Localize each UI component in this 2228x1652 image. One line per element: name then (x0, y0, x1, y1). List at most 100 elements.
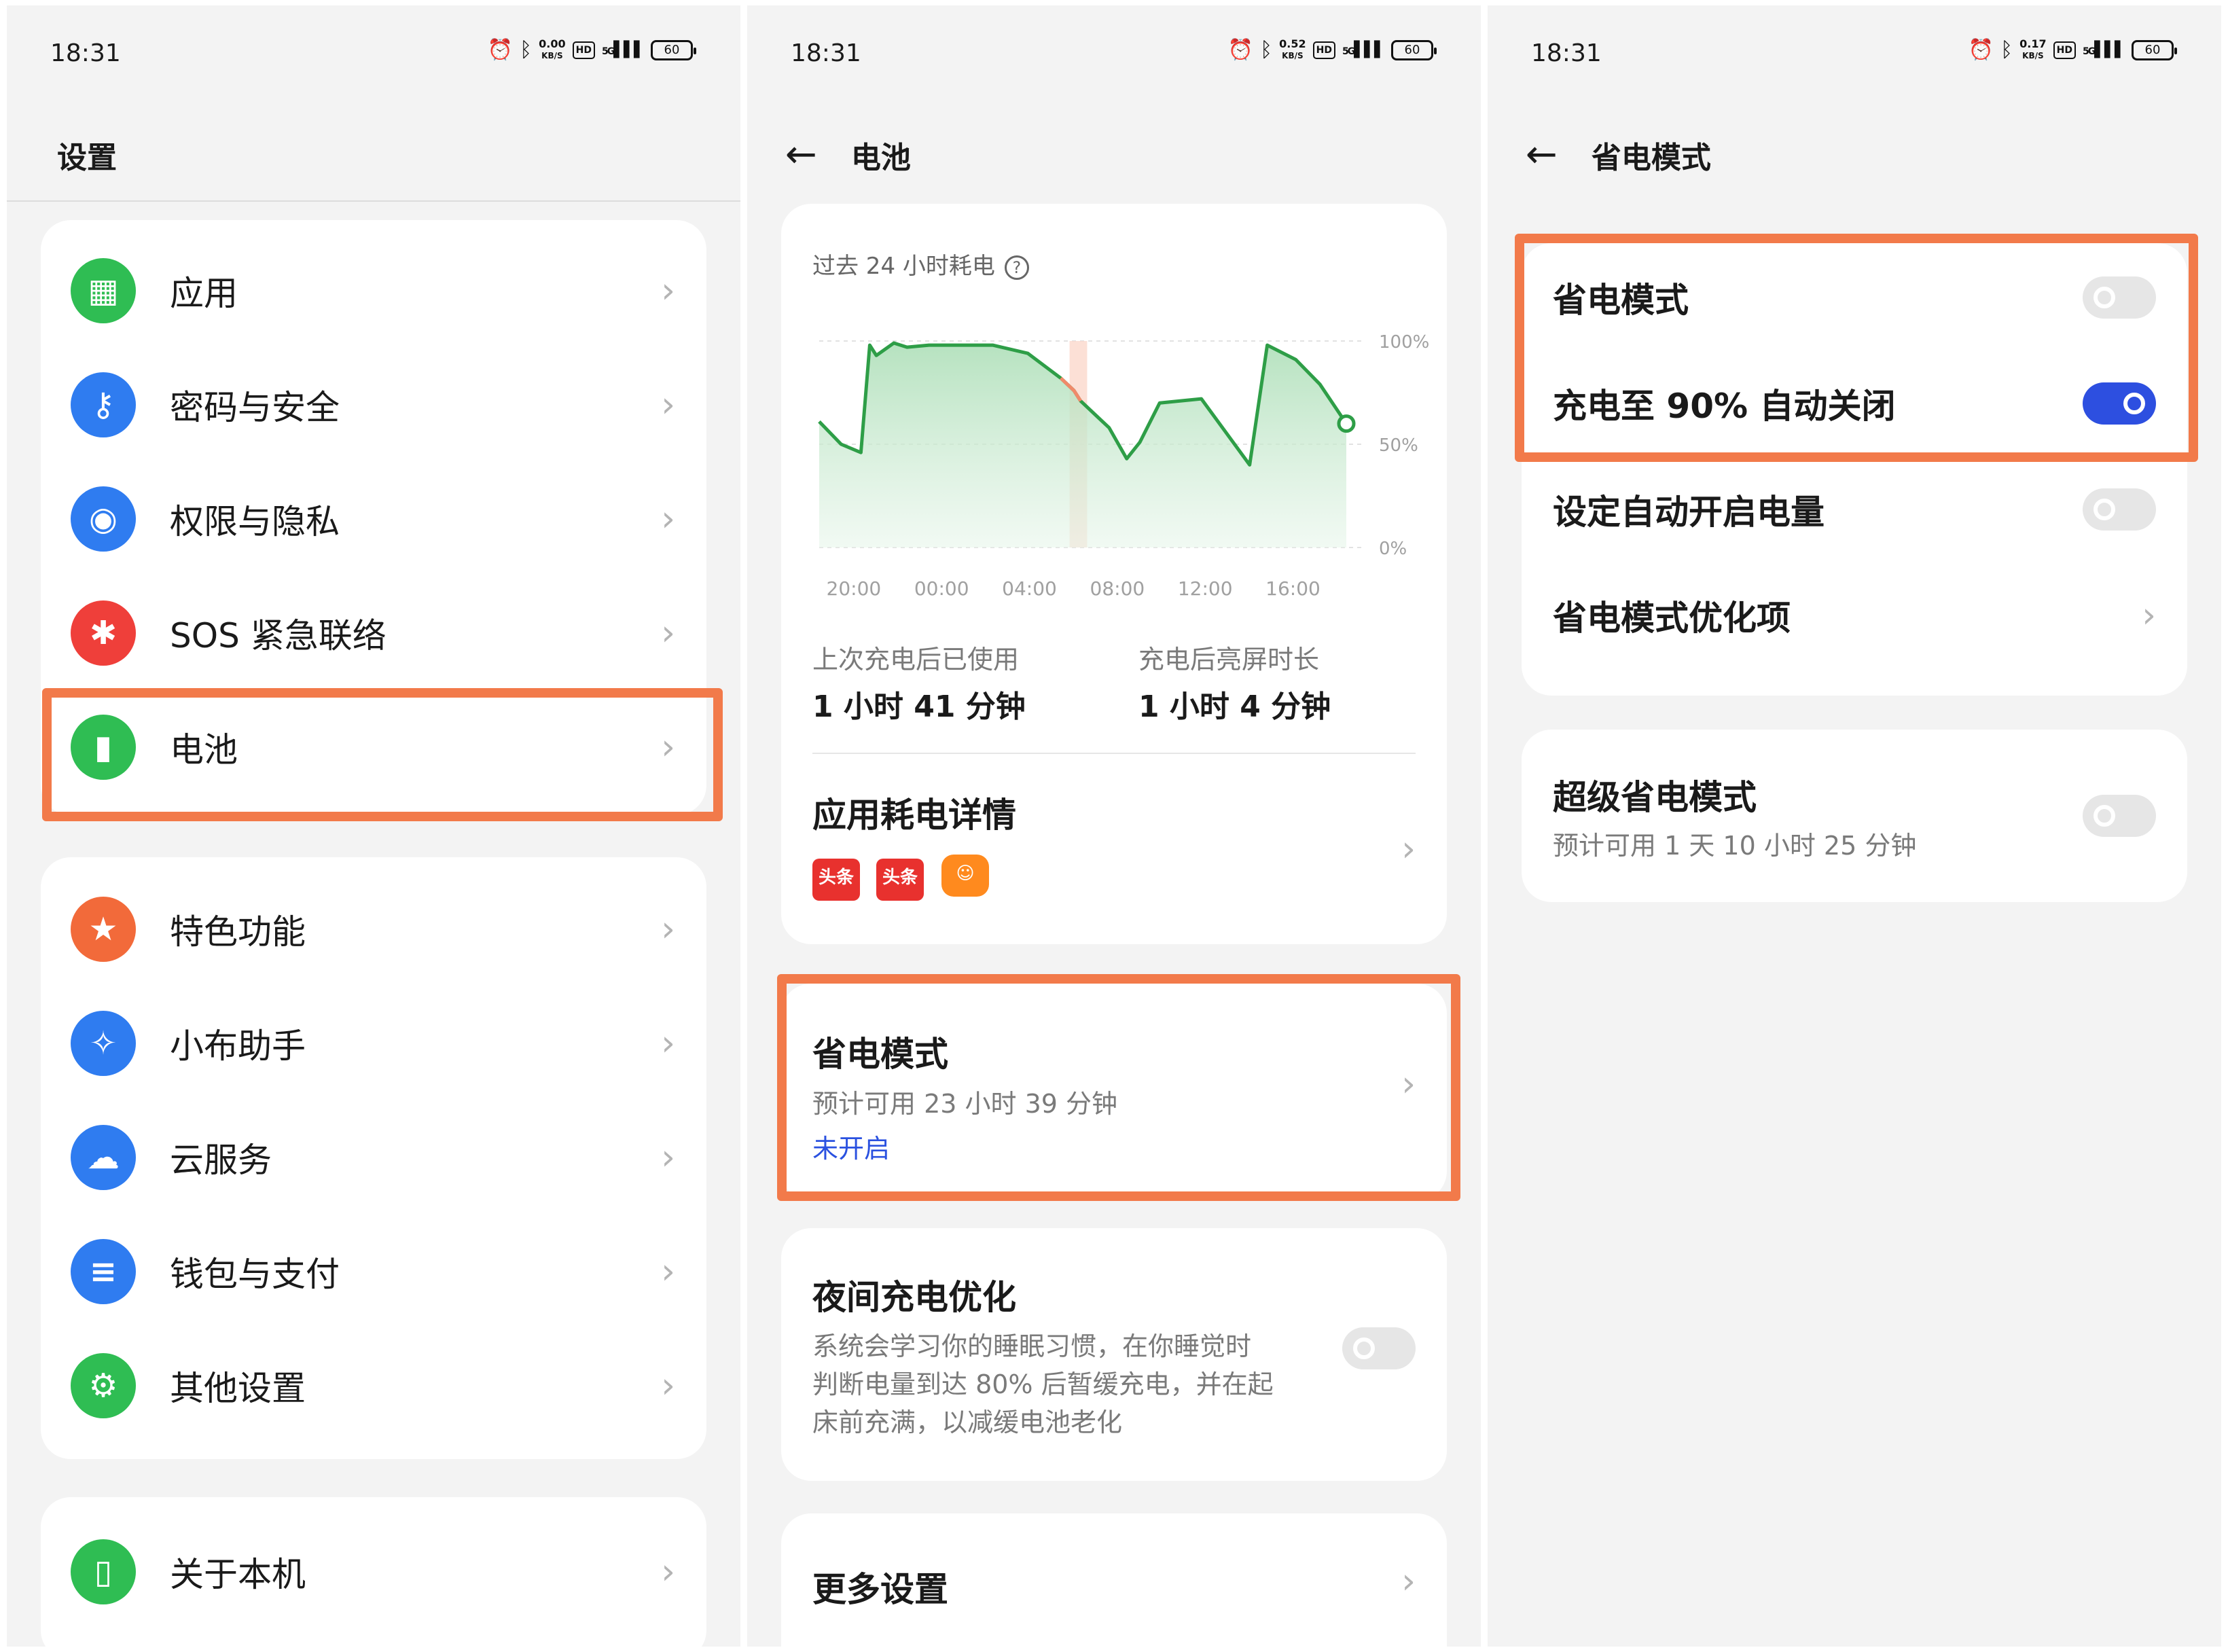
chart-title: 过去 24 小时耗电? (812, 247, 1029, 281)
used-since-charge-value: 1 小时 41 分钟 (812, 689, 1026, 724)
x-tick-label: 04:00 (1002, 577, 1057, 600)
power-saver-estimate: 预计可用 23 小时 39 分钟 (812, 1089, 1118, 1119)
settings-panel: 18:31 ⏰ ᛒ 0.00 KB/S HD 5G▌▌▌ 60 设置 ▦ 应用 ›… (7, 5, 740, 1647)
auto-on-level-row[interactable]: 设定自动开启电量 (1522, 455, 2187, 564)
super-saver-toggle[interactable] (2083, 795, 2156, 837)
power-saver-status: 未开启 (812, 1134, 891, 1164)
chart-current-point (1337, 414, 1356, 433)
chevron-right-icon: › (661, 1251, 675, 1292)
battery-usage-card: 过去 24 小时耗电? 100% 50% 0% 20:00 00:00 04:00 08:… (781, 204, 1447, 944)
net-speed: 0.00 KB/S (539, 37, 566, 61)
chevron-right-icon: › (661, 613, 675, 653)
page-title: 电池 (850, 141, 911, 175)
settings-item-label: 其他设置 (170, 1369, 306, 1408)
x-tick-label: 12:00 (1178, 577, 1233, 600)
x-tick-label: 00:00 (914, 577, 969, 600)
page-header: ← 电池 (747, 128, 1481, 182)
settings-item-label: 云服务 (170, 1141, 272, 1180)
auto-off-90-toggle[interactable] (2083, 382, 2156, 425)
power-saver-row[interactable]: 省电模式 预计可用 23 小时 39 分钟 未开启 › (781, 984, 1447, 1201)
status-time: 18:31 (50, 39, 121, 67)
battery-chart: 100% 50% 0% 20:00 00:00 04:00 08:00 12:00 16:00 (818, 332, 1429, 600)
auto-off-90-row[interactable]: 充电至 90% 自动关闭 (1522, 349, 2187, 458)
settings-item-battery[interactable]: ▮ 电池 › (41, 690, 706, 804)
settings-item-permissions-privacy[interactable]: ◉ 权限与隐私 › (41, 462, 706, 576)
key-icon: ⚷ (71, 372, 136, 437)
battery-icon: 60 (651, 39, 696, 60)
super-saver-title: 超级省电模式 (1553, 778, 1757, 817)
header-divider (7, 200, 740, 202)
settings-item-label: 密码与安全 (170, 388, 340, 427)
status-bar: 18:31 ⏰ ᛒ 0.00 KB/S HD 5G▌▌▌ 60 (7, 35, 740, 76)
night-charge-toggle[interactable] (1342, 1327, 1416, 1369)
asterisk-icon: ✱ (71, 600, 136, 666)
night-charge-card: 夜间充电优化 系统会学习你的睡眠习惯，在你睡觉时 判断电量到达 80% 后暂缓充电… (781, 1228, 1447, 1481)
bluetooth-icon: ᛒ (1260, 38, 1273, 62)
settings-item-about[interactable]: ▯ 关于本机 › (41, 1515, 706, 1629)
chevron-right-icon: › (661, 1137, 675, 1178)
bluetooth-icon: ᛒ (2000, 38, 2013, 62)
settings-item-sos[interactable]: ✱ SOS 紧急联络 › (41, 576, 706, 690)
power-saver-title: 省电模式 (812, 1035, 948, 1074)
status-icons: ⏰ ᛒ 0.17 KB/S HD 5G▌▌▌ 60 (1968, 38, 2177, 62)
mascot-app-icon: ☺ (941, 855, 989, 897)
power-saver-options-card: 省电模式 充电至 90% 自动关闭 设定自动开启电量 省电模式优化项 › (1522, 243, 2187, 696)
auto-on-level-toggle[interactable] (2083, 488, 2156, 531)
back-arrow-icon[interactable]: ← (1526, 136, 1558, 174)
power-saver-panel: 18:31 ⏰ ᛒ 0.17 KB/S HD 5G▌▌▌ 60 ← 省电模式 省电… (1488, 5, 2221, 1647)
alarm-icon: ⏰ (1968, 38, 1994, 62)
settings-item-label: 电池 (170, 730, 238, 770)
toutiao-app-icon: 头条 (876, 859, 924, 901)
battery-icon: 60 (2132, 39, 2177, 60)
power-saver-toggle[interactable] (2083, 276, 2156, 319)
chevron-right-icon: › (2142, 595, 2156, 636)
chevron-right-icon: › (661, 909, 675, 950)
bluetooth-icon: ᛒ (520, 38, 533, 62)
settings-item-label: SOS 紧急联络 (170, 616, 387, 656)
chevron-right-icon: › (661, 727, 675, 768)
help-icon[interactable]: ? (1004, 255, 1029, 280)
super-saver-estimate: 预计可用 1 天 10 小时 25 分钟 (1553, 831, 1917, 861)
settings-item-label: 应用 (170, 274, 238, 313)
hd-icon: HD (572, 41, 595, 59)
more-settings-row[interactable]: 更多设置 › (781, 1513, 1447, 1647)
y-tick-label: 100% (1379, 332, 1429, 353)
signal-icon: 5G▌▌▌ (1342, 41, 1386, 58)
settings-item-label: 小布助手 (170, 1026, 306, 1066)
settings-item-password-security[interactable]: ⚷ 密码与安全 › (41, 348, 706, 462)
chevron-right-icon: › (661, 499, 675, 539)
battery-panel: 18:31 ⏰ ᛒ 0.52 KB/S HD 5G▌▌▌ 60 ← 电池 过去 2… (747, 5, 1481, 1647)
battery-icon: 60 (1391, 39, 1437, 60)
back-arrow-icon[interactable]: ← (785, 136, 817, 174)
settings-group-3: ▯ 关于本机 › (41, 1497, 706, 1647)
power-saver-optimizations-row[interactable]: 省电模式优化项 › (1522, 561, 2187, 670)
screen-on-value: 1 小时 4 分钟 (1138, 689, 1331, 724)
chevron-right-icon: › (1401, 1561, 1416, 1602)
chevron-right-icon: › (661, 1365, 675, 1406)
signal-icon: 5G▌▌▌ (2083, 41, 2126, 58)
settings-item-assistant[interactable]: ✧ 小布助手 › (41, 986, 706, 1100)
super-saver-card[interactable]: 超级省电模式 预计可用 1 天 10 小时 25 分钟 (1522, 730, 2187, 902)
power-saver-toggle-row[interactable]: 省电模式 (1522, 243, 2187, 352)
night-charge-description: 系统会学习你的睡眠习惯，在你睡觉时 判断电量到达 80% 后暂缓充电，并在起 床前充… (812, 1331, 1274, 1437)
chevron-right-icon: › (661, 1023, 675, 1064)
chevron-right-icon: › (661, 270, 675, 311)
battery-charge-icon: ▮ (71, 715, 136, 780)
settings-item-label: 权限与隐私 (170, 502, 340, 541)
alarm-icon: ⏰ (487, 38, 514, 62)
page-title: 省电模式 (1591, 141, 1711, 175)
settings-item-cloud[interactable]: ☁ 云服务 › (41, 1100, 706, 1215)
settings-item-apps[interactable]: ▦ 应用 › (41, 234, 706, 348)
chevron-right-icon: › (1401, 829, 1416, 869)
net-speed: 0.52 KB/S (1279, 37, 1306, 61)
settings-item-other[interactable]: ⚙ 其他设置 › (41, 1329, 706, 1443)
divider (812, 753, 1416, 754)
settings-item-features[interactable]: ★ 特色功能 › (41, 872, 706, 986)
page-header: ← 省电模式 (1488, 128, 2221, 182)
x-tick-label: 20:00 (827, 577, 882, 600)
settings-item-label: 钱包与支付 (170, 1255, 340, 1294)
hd-icon: HD (1312, 41, 1335, 59)
settings-item-wallet[interactable]: ≡ 钱包与支付 › (41, 1215, 706, 1329)
chevron-right-icon: › (661, 384, 675, 425)
app-usage-row[interactable]: 应用耗电详情 头条 头条 ☺ › (781, 761, 1447, 944)
